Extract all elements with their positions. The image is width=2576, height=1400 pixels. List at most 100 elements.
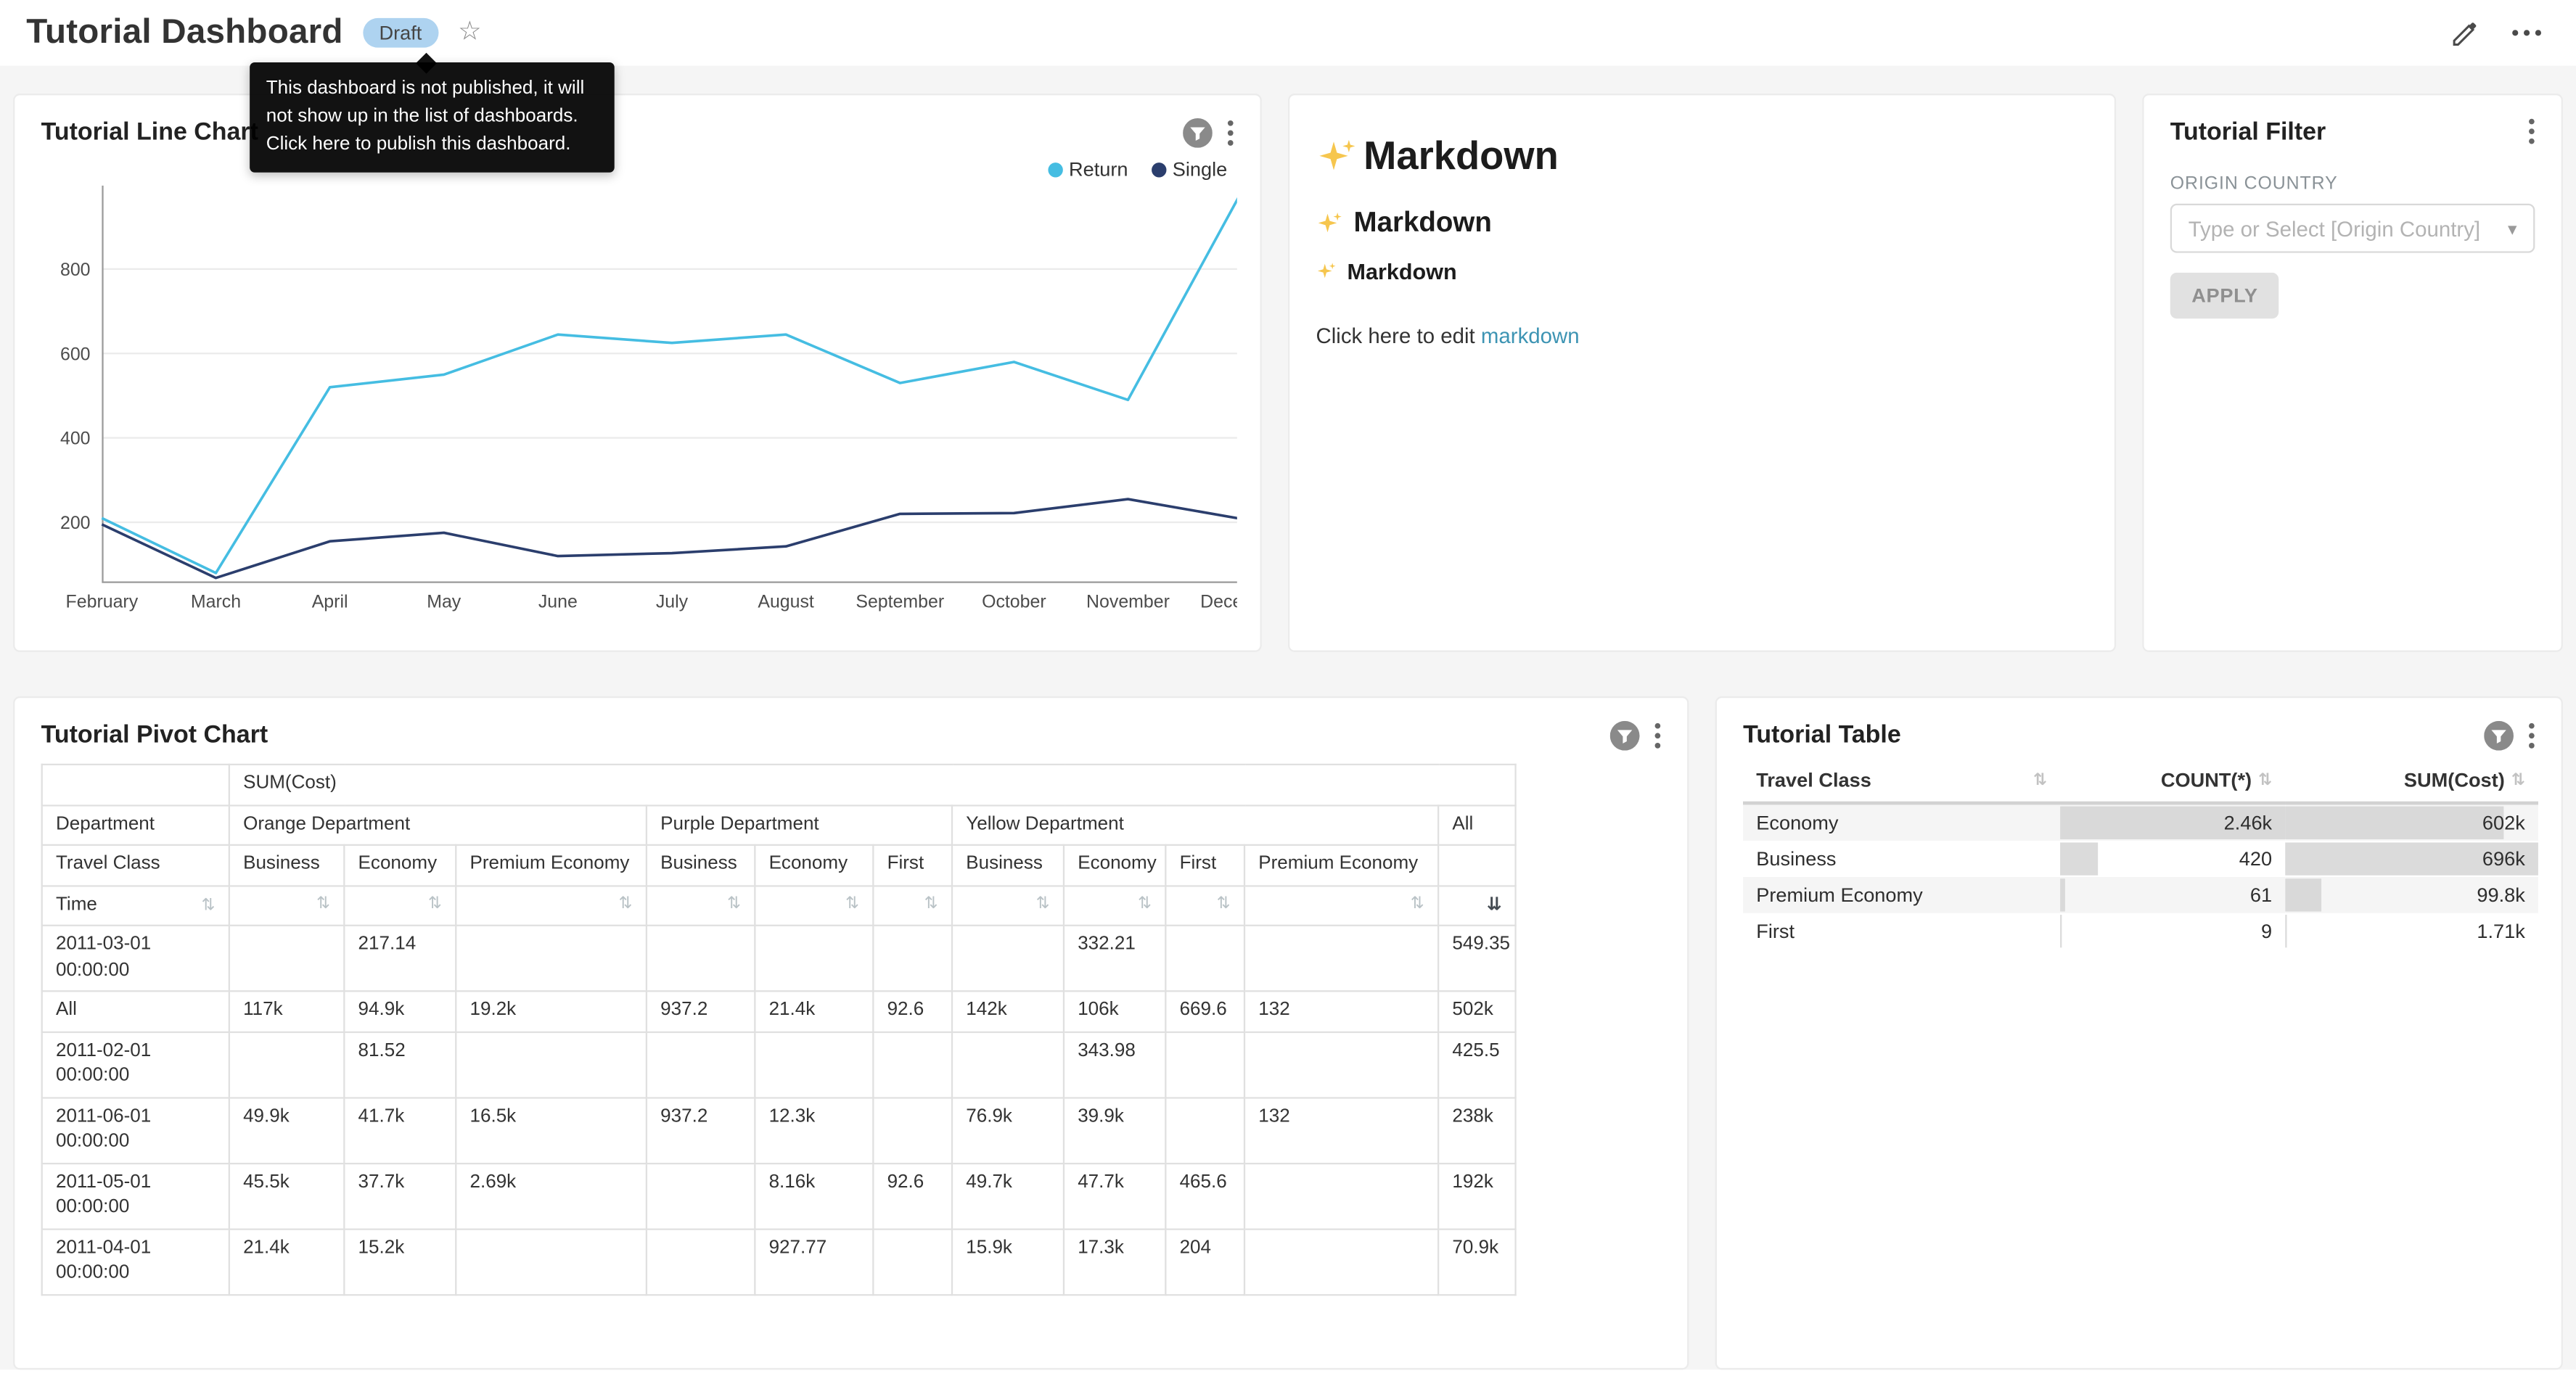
sort-icon[interactable]: ⇅: [1138, 893, 1152, 914]
pivot-value-cell: 502k: [1438, 992, 1516, 1032]
value-bar: [2060, 842, 2099, 875]
more-menu-icon[interactable]: [2510, 28, 2543, 38]
line-chart-canvas: 200400600800FebruaryMarchAprilMayJuneJul…: [41, 184, 1234, 630]
sort-icon[interactable]: ⇅: [619, 893, 633, 914]
pivot-value-cell: 70.9k: [1438, 1229, 1516, 1295]
kebab-menu-icon[interactable]: [1227, 120, 1234, 146]
svg-text:November: November: [1086, 592, 1170, 612]
pivot-row: 2011-04-01 00:00:0021.4k15.2k927.7715.9k…: [42, 1229, 1516, 1295]
edit-markdown-link[interactable]: markdown: [1481, 324, 1580, 348]
pivot-value-cell: 117k: [229, 992, 344, 1032]
value-bar: [2060, 878, 2066, 911]
sort-icon[interactable]: ⇅: [2511, 771, 2525, 789]
sort-desc-icon[interactable]: ⇊: [1487, 893, 1502, 916]
sort-icon[interactable]: ⇅: [202, 894, 216, 915]
legend-item-return[interactable]: Return: [1048, 157, 1128, 181]
dashboard-grid: Tutorial Line Chart ReturnSingle 2004006…: [0, 66, 2576, 1370]
pivot-value-cell: 47.7k: [1064, 1163, 1165, 1229]
pivot-value-cell: 142k: [952, 992, 1064, 1032]
page-title: Tutorial Dashboard: [26, 13, 342, 52]
unpublished-tooltip[interactable]: This dashboard is not published, it will…: [250, 62, 615, 173]
column-header-travel-class[interactable]: Travel Class⇅: [1743, 760, 2060, 803]
draft-status-badge[interactable]: Draft: [363, 18, 438, 48]
pivot-class-header: First: [1165, 845, 1244, 886]
pivot-table-container: SUM(Cost)DepartmentOrange DepartmentPurp…: [41, 764, 1661, 1296]
svg-text:June: June: [538, 592, 578, 612]
pivot-class-header: Economy: [344, 845, 456, 886]
pivot-class-header: Business: [647, 845, 755, 886]
sort-icon[interactable]: ⇅: [1036, 893, 1050, 914]
pivot-value-cell: [952, 1032, 1064, 1098]
pivot-value-cell: 16.5k: [456, 1098, 647, 1164]
travel-class-table: Travel Class⇅COUNT(*)⇅SUM(Cost)⇅Economy2…: [1743, 760, 2538, 949]
sort-icon[interactable]: ⇅: [845, 893, 859, 914]
pivot-class-header: First: [873, 845, 952, 886]
pivot-value-cell: 12.3k: [755, 1098, 873, 1164]
sort-icon[interactable]: ⇅: [2258, 771, 2272, 789]
pivot-chart-title: Tutorial Pivot Chart: [41, 721, 268, 751]
apply-button[interactable]: APPLY: [2170, 273, 2279, 318]
column-header-count[interactable]: COUNT(*)⇅: [2060, 760, 2285, 803]
table-card-title: Tutorial Table: [1743, 721, 1901, 751]
column-header-sum-cost[interactable]: SUM(Cost)⇅: [2285, 760, 2538, 803]
pivot-value-cell: 21.4k: [229, 1229, 344, 1295]
pivot-value-cell: [1244, 1163, 1438, 1229]
kebab-menu-icon[interactable]: [1654, 722, 1661, 749]
sum-cell: 99.8k: [2285, 877, 2538, 913]
origin-country-select[interactable]: Type or Select [Origin Country] ▾: [2170, 204, 2535, 253]
dashboard-header: Tutorial Dashboard Draft ☆ This dashboar…: [0, 0, 2576, 66]
pivot-value-cell: [1244, 1229, 1438, 1295]
line-chart-card: Tutorial Line Chart ReturnSingle 2004006…: [13, 94, 1262, 652]
pivot-value-cell: 21.4k: [755, 992, 873, 1032]
pivot-value-cell: 332.21: [1064, 926, 1165, 992]
pivot-value-cell: 238k: [1438, 1098, 1516, 1164]
travel-class-cell: Business: [1743, 841, 2060, 877]
pivot-value-cell: 92.6: [873, 1163, 952, 1229]
table-row: Business420696k: [1743, 841, 2538, 877]
pivot-value-cell: 45.5k: [229, 1163, 344, 1229]
pivot-department-header: Purple Department: [647, 804, 952, 845]
sort-icon[interactable]: ⇅: [1217, 893, 1231, 914]
favorite-star-icon[interactable]: ☆: [458, 20, 481, 46]
filter-icon[interactable]: [1610, 721, 1640, 751]
pivot-value-cell: 937.2: [647, 992, 755, 1032]
select-placeholder: Type or Select [Origin Country]: [2189, 216, 2480, 241]
pivot-value-cell: 669.6: [1165, 992, 1244, 1032]
markdown-heading-3: Markdown: [1316, 260, 2088, 284]
kebab-menu-icon[interactable]: [2528, 118, 2535, 144]
svg-text:September: September: [856, 592, 944, 612]
sparkles-icon: [1316, 261, 1337, 282]
edit-pencil-icon[interactable]: [2450, 17, 2481, 49]
pivot-value-cell: 132: [1244, 992, 1438, 1032]
pivot-value-cell: 927.77: [755, 1229, 873, 1295]
value-bar: [2285, 807, 2504, 839]
sort-icon[interactable]: ⇅: [1411, 893, 1424, 914]
sort-icon[interactable]: ⇅: [428, 893, 442, 914]
sort-icon[interactable]: ⇅: [316, 893, 330, 914]
svg-text:200: 200: [60, 513, 91, 533]
sort-icon[interactable]: ⇅: [727, 893, 741, 914]
pivot-measure-label: SUM(Cost): [229, 765, 1516, 805]
pivot-value-cell: [873, 1032, 952, 1098]
pivot-time-cell: 2011-05-01 00:00:00: [42, 1163, 229, 1229]
pivot-value-cell: [873, 1098, 952, 1164]
kebab-menu-icon[interactable]: [2528, 722, 2535, 749]
markdown-edit-paragraph: Click here to edit markdown: [1316, 324, 2088, 348]
filter-icon[interactable]: [1183, 118, 1213, 148]
pivot-value-cell: 15.9k: [952, 1229, 1064, 1295]
pivot-value-cell: 106k: [1064, 992, 1165, 1032]
filter-card: Tutorial Filter ORIGIN COUNTRY Type or S…: [2142, 94, 2563, 652]
sort-icon[interactable]: ⇅: [924, 893, 938, 914]
sort-icon[interactable]: ⇅: [2033, 771, 2047, 789]
pivot-value-cell: [1165, 1098, 1244, 1164]
legend-item-single[interactable]: Single: [1151, 157, 1227, 181]
legend-dot-icon: [1048, 162, 1062, 176]
sparkles-icon: [1316, 210, 1343, 237]
pivot-value-cell: 192k: [1438, 1163, 1516, 1229]
pivot-value-cell: 132: [1244, 1098, 1438, 1164]
pivot-value-cell: 19.2k: [456, 992, 647, 1032]
pivot-value-cell: [647, 926, 755, 992]
filter-icon[interactable]: [2484, 721, 2514, 751]
data-table-container: Travel Class⇅COUNT(*)⇅SUM(Cost)⇅Economy2…: [1743, 760, 2535, 949]
svg-text:400: 400: [60, 429, 91, 449]
